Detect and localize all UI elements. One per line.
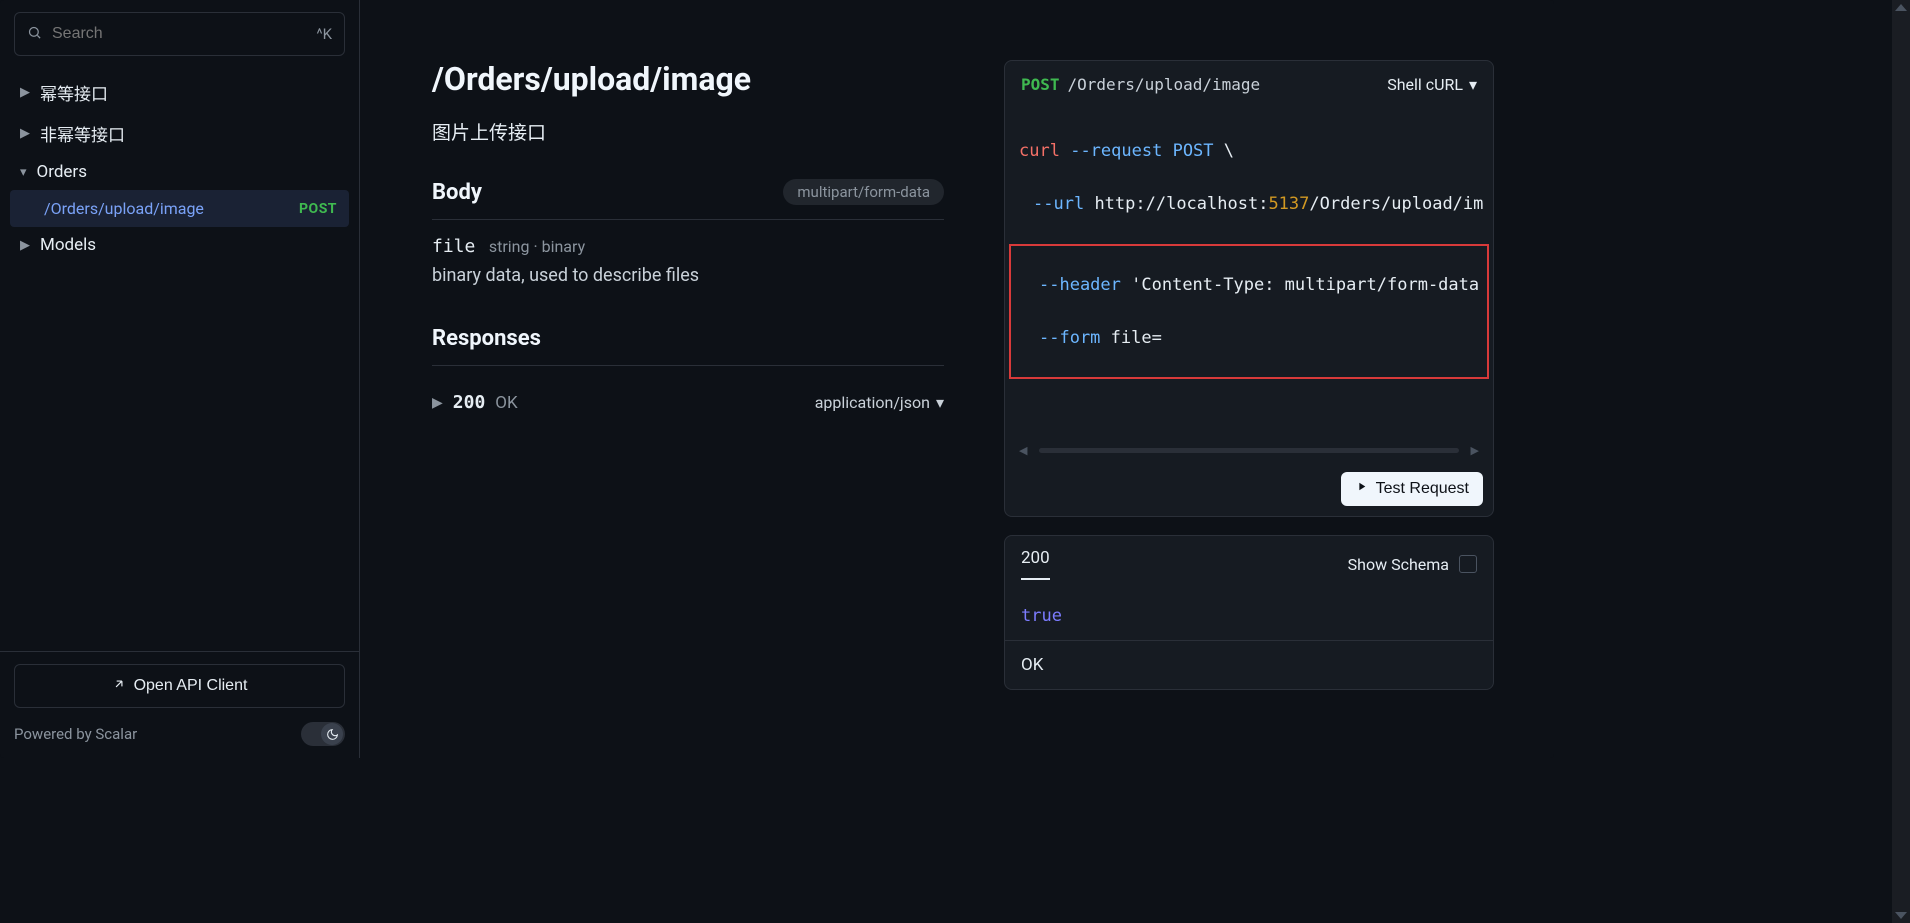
response-tab-200[interactable]: 200: [1021, 548, 1050, 580]
sidebar-item-label: Orders: [37, 162, 87, 182]
scroll-left-icon: ◀: [1019, 444, 1027, 457]
field-name: file: [432, 236, 475, 257]
moon-icon: [321, 723, 343, 745]
response-row[interactable]: ▶ 200 OK application/json ▾: [432, 382, 944, 423]
scrollbar-track[interactable]: [1039, 448, 1458, 453]
endpoint-title: /Orders/upload/image: [432, 60, 944, 98]
sidebar-footer: Open API Client Powered by Scalar: [0, 651, 359, 758]
sidebar: ^K ▶ 幂等接口 ▶ 非幂等接口 ▾ Orders /Orders/uploa…: [0, 0, 360, 758]
sidebar-item-models[interactable]: ▶ Models: [0, 227, 359, 263]
sidebar-item-label: 非幂等接口: [40, 121, 125, 146]
response-preview-status: OK: [1005, 641, 1493, 689]
code-token: file=: [1111, 328, 1162, 348]
responses-section-title: Responses: [432, 326, 541, 351]
sidebar-item-label: Models: [40, 235, 96, 255]
sidebar-item-idempotent[interactable]: ▶ 幂等接口: [0, 72, 359, 113]
body-section-header: Body multipart/form-data: [432, 179, 944, 220]
chevron-right-icon: ▶: [20, 238, 30, 253]
show-schema-label: Show Schema: [1348, 555, 1449, 574]
sidebar-item-label: 幂等接口: [40, 80, 108, 105]
doc-column: /Orders/upload/image 图片上传接口 Body multipa…: [432, 60, 944, 718]
show-schema-checkbox[interactable]: [1459, 555, 1477, 573]
external-link-icon: [112, 677, 126, 696]
chevron-down-icon: ▾: [1469, 75, 1477, 94]
search-shortcut: ^K: [316, 25, 332, 43]
powered-by-label: Powered by Scalar: [14, 725, 137, 743]
code-token: --header: [1039, 275, 1121, 295]
code-sample-body: curl --request POST \ --url http://local…: [1005, 108, 1493, 440]
response-preview-header: 200 Show Schema: [1005, 536, 1493, 592]
search-input[interactable]: [52, 25, 316, 43]
search-icon: [27, 25, 42, 44]
code-method: POST: [1021, 75, 1060, 94]
sidebar-sub-label: /Orders/upload/image: [44, 199, 204, 218]
content-type-badge: multipart/form-data: [783, 179, 944, 205]
response-content-type-select[interactable]: application/json ▾: [815, 393, 944, 412]
chevron-right-icon: ▶: [20, 85, 30, 100]
chevron-right-icon: ▶: [432, 395, 443, 411]
language-select[interactable]: Shell cURL ▾: [1387, 75, 1477, 94]
body-field: file string · binary binary data, used t…: [432, 236, 944, 286]
nav-list: ▶ 幂等接口 ▶ 非幂等接口 ▾ Orders /Orders/upload/i…: [0, 68, 359, 651]
theme-toggle[interactable]: [301, 722, 345, 746]
code-sample-header: POST /Orders/upload/image Shell cURL ▾: [1005, 61, 1493, 108]
code-token: --request: [1070, 141, 1162, 161]
sidebar-item-orders[interactable]: ▾ Orders: [0, 154, 359, 190]
http-method-badge: POST: [299, 201, 337, 217]
language-label: Shell cURL: [1387, 75, 1463, 94]
response-preview-panel: 200 Show Schema true OK: [1004, 535, 1494, 690]
chevron-right-icon: ▶: [20, 126, 30, 141]
responses-section: Responses ▶ 200 OK application/json ▾: [432, 326, 944, 423]
scroll-up-icon: [1895, 4, 1907, 11]
code-path: /Orders/upload/image: [1068, 75, 1261, 94]
annotation-highlight-box: --header 'Content-Type: multipart/form-d…: [1009, 244, 1489, 380]
code-token: http://localhost:: [1094, 194, 1268, 214]
open-api-client-label: Open API Client: [134, 677, 248, 695]
code-token: /Orders/upload/im: [1309, 194, 1483, 214]
scroll-down-icon: [1895, 912, 1907, 919]
response-status-code: 200: [453, 392, 486, 413]
test-request-label: Test Request: [1376, 480, 1469, 498]
search-box[interactable]: ^K: [14, 12, 345, 56]
field-description: binary data, used to describe files: [432, 265, 944, 286]
field-type: string · binary: [489, 237, 585, 256]
response-status-text: OK: [495, 393, 517, 413]
main-content: /Orders/upload/image 图片上传接口 Body multipa…: [360, 0, 1554, 758]
code-token: POST: [1173, 141, 1214, 161]
code-column: POST /Orders/upload/image Shell cURL ▾ c…: [1004, 60, 1494, 718]
code-sample-panel: POST /Orders/upload/image Shell cURL ▾ c…: [1004, 60, 1494, 517]
code-token: 5137: [1268, 194, 1309, 214]
code-token: 'Content-Type: multipart/form-data: [1131, 275, 1479, 295]
code-token: \: [1224, 141, 1234, 161]
window-scrollbar[interactable]: [1892, 0, 1910, 923]
test-request-button[interactable]: Test Request: [1341, 472, 1483, 506]
sidebar-item-upload-image[interactable]: /Orders/upload/image POST: [10, 190, 349, 227]
play-icon: [1355, 480, 1368, 498]
code-token: --url: [1033, 194, 1084, 214]
body-section-title: Body: [432, 180, 482, 205]
response-content-type-label: application/json: [815, 393, 930, 412]
chevron-down-icon: ▾: [20, 165, 27, 180]
open-api-client-button[interactable]: Open API Client: [14, 664, 345, 708]
response-preview-body: true: [1005, 592, 1493, 641]
chevron-down-icon: ▾: [936, 393, 944, 412]
endpoint-description: 图片上传接口: [432, 118, 944, 145]
sidebar-item-nonidempotent[interactable]: ▶ 非幂等接口: [0, 113, 359, 154]
code-token: --form: [1039, 328, 1100, 348]
show-schema-toggle[interactable]: Show Schema: [1348, 555, 1477, 574]
code-horizontal-scrollbar[interactable]: ◀ ▶: [1019, 446, 1479, 454]
code-token: curl: [1019, 141, 1060, 161]
scroll-right-icon: ▶: [1471, 444, 1479, 457]
